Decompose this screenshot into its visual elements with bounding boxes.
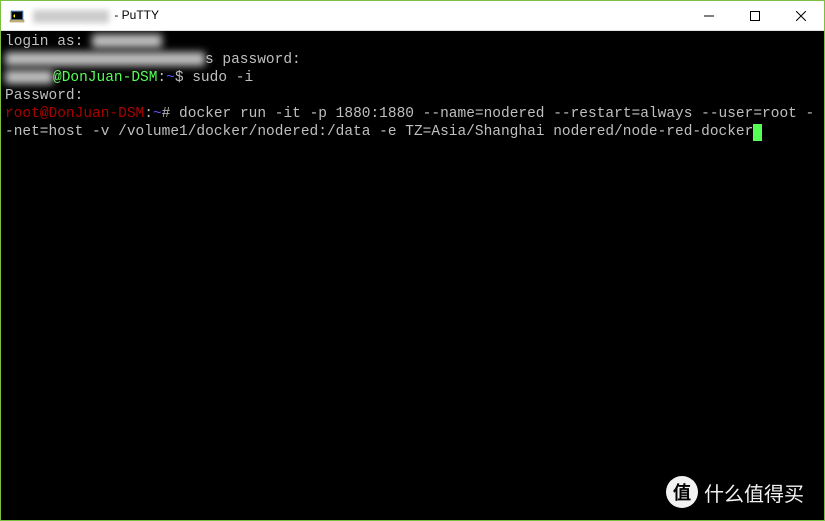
prompt-at: @ bbox=[53, 70, 62, 86]
prompt-path: ~ bbox=[166, 70, 175, 86]
watermark: 值 什么值得买 bbox=[666, 476, 804, 508]
root-colon: : bbox=[144, 106, 153, 122]
redacted-user2 bbox=[5, 70, 53, 84]
redacted-username bbox=[92, 34, 162, 48]
prompt-colon: : bbox=[157, 70, 166, 86]
root-path: ~ bbox=[153, 106, 162, 122]
sudo-command: sudo -i bbox=[184, 70, 254, 86]
redacted-userhost bbox=[5, 52, 205, 66]
prompt-sigil: $ bbox=[175, 70, 184, 86]
root-at: @ bbox=[40, 106, 49, 122]
window-title: - PuTTY bbox=[33, 8, 686, 22]
prompt-host: DonJuan-DSM bbox=[62, 70, 158, 86]
password-label: s password: bbox=[205, 52, 301, 68]
redacted-host bbox=[33, 10, 109, 23]
terminal-cursor bbox=[753, 124, 762, 141]
window-controls bbox=[686, 1, 824, 30]
sudo-password-prompt: Password: bbox=[5, 88, 83, 104]
root-user: root bbox=[5, 106, 40, 122]
close-button[interactable] bbox=[778, 1, 824, 31]
window-titlebar: - PuTTY bbox=[1, 1, 824, 31]
terminal-area[interactable]: login as: s password: @DonJuan-DSM:~$ su… bbox=[1, 31, 824, 520]
watermark-text: 什么值得买 bbox=[704, 478, 804, 507]
maximize-button[interactable] bbox=[732, 1, 778, 31]
putty-icon bbox=[9, 8, 25, 24]
login-prompt: login as: bbox=[5, 34, 92, 50]
minimize-button[interactable] bbox=[686, 1, 732, 31]
root-host: DonJuan-DSM bbox=[49, 106, 145, 122]
watermark-badge-icon: 值 bbox=[666, 476, 698, 508]
